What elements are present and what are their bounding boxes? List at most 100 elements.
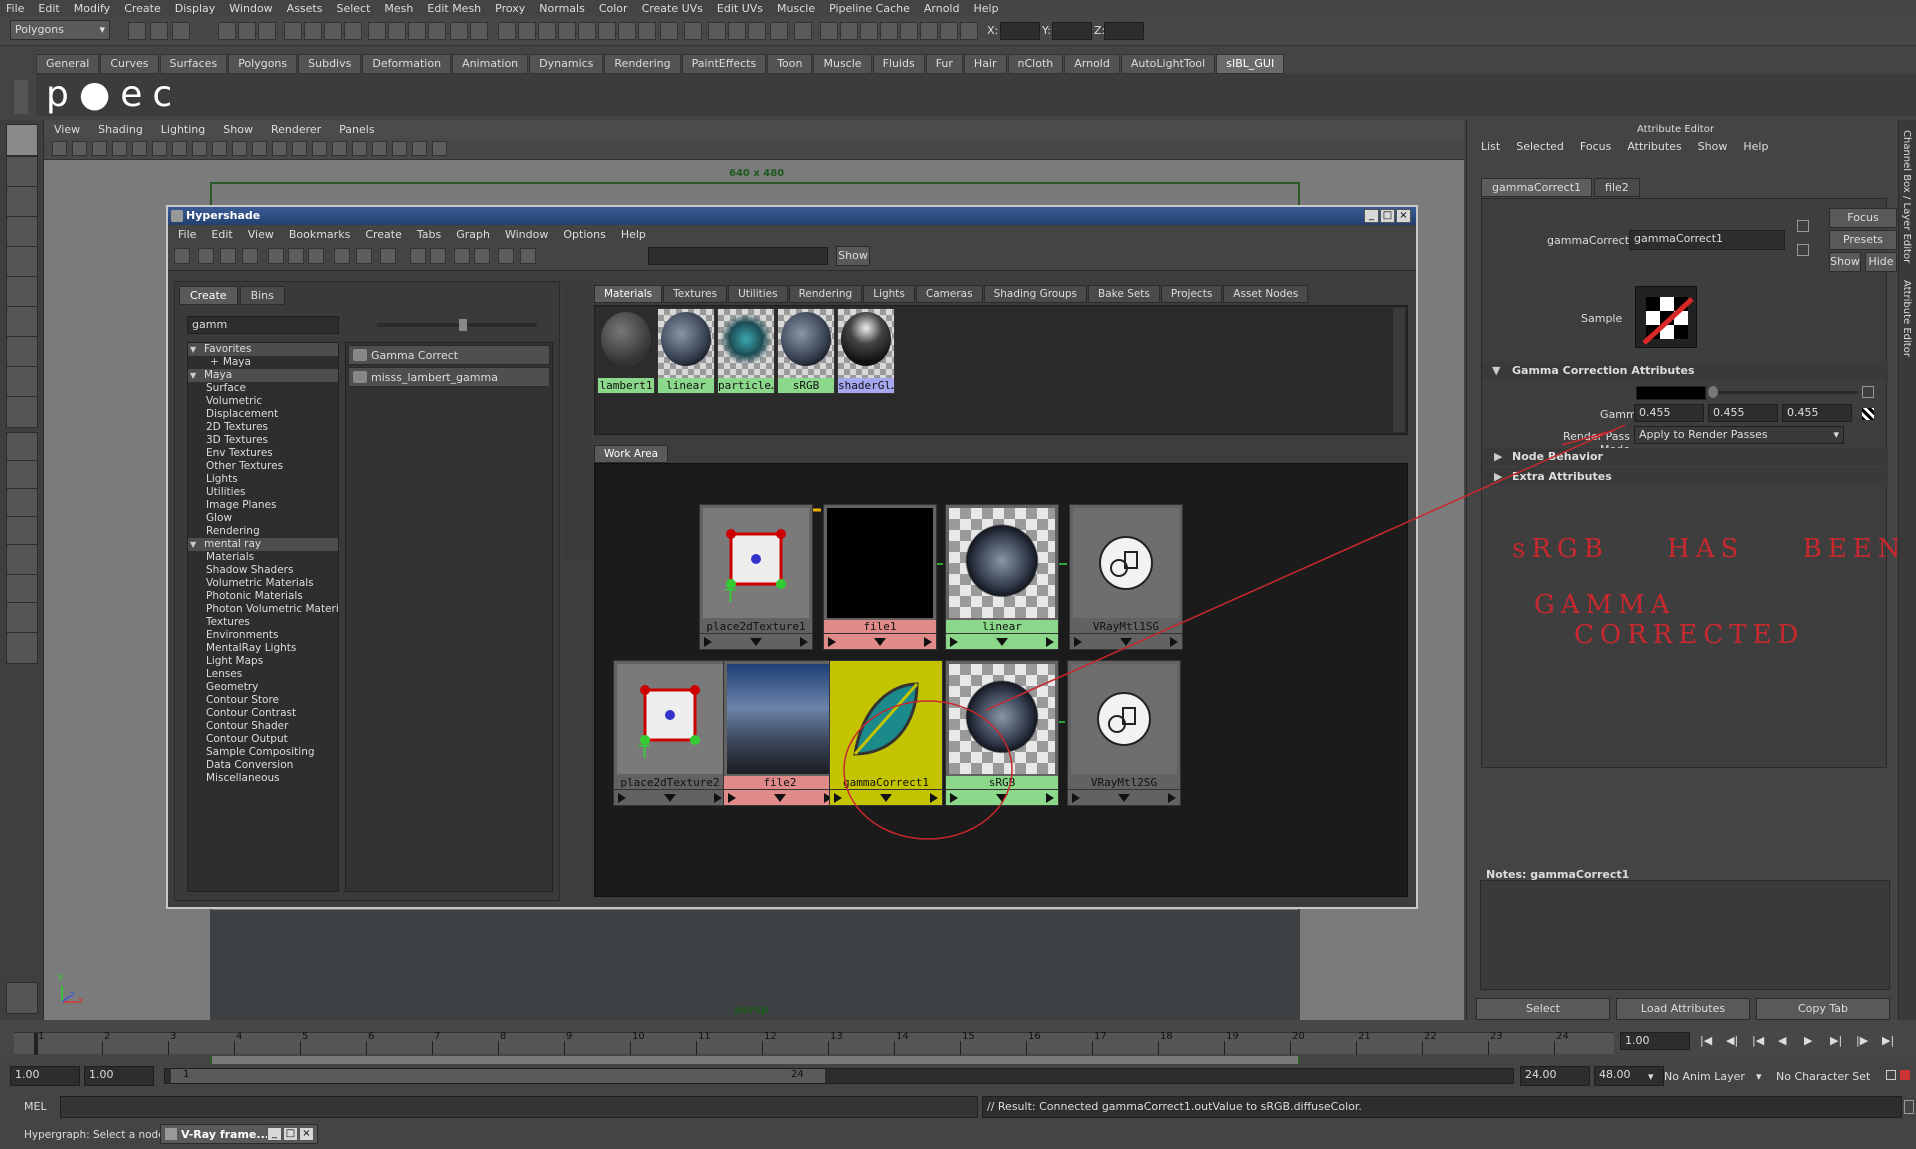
status-tool-icon[interactable] — [284, 22, 302, 40]
slider-handle[interactable] — [459, 319, 467, 331]
character-set-select[interactable]: No Character Set — [1776, 1070, 1886, 1083]
manipulator-icon[interactable] — [6, 306, 38, 338]
tree-item-glow[interactable]: Glow — [188, 512, 338, 525]
hs-tool-icon[interactable] — [268, 248, 284, 264]
persp-outliner-icon[interactable] — [6, 544, 38, 576]
dropdown-layout-icon[interactable] — [6, 632, 38, 664]
hs-menu-view[interactable]: View — [248, 228, 274, 241]
material-swatch[interactable]: particle… — [717, 308, 775, 394]
shelf-tab-dynamics[interactable]: Dynamics — [529, 54, 604, 74]
status-tool-icon[interactable] — [344, 22, 362, 40]
notes-textarea[interactable] — [1480, 880, 1890, 990]
sibl-logo[interactable]: p●ec — [46, 74, 182, 115]
last-tool-icon[interactable] — [6, 366, 38, 398]
hs-tool-icon[interactable] — [498, 248, 514, 264]
connect-output-icon[interactable] — [1797, 244, 1809, 256]
shelf-menu-handle[interactable] — [14, 80, 28, 114]
status-tool-icon[interactable] — [324, 22, 342, 40]
node-file2[interactable]: file2 — [723, 660, 837, 806]
maximize-icon[interactable]: □ — [1380, 209, 1395, 223]
hs-menu-create[interactable]: Create — [365, 228, 402, 241]
minimize-icon[interactable]: _ — [267, 1127, 282, 1141]
blank-tool-icon[interactable] — [6, 396, 38, 428]
value-color-swatch[interactable] — [1636, 386, 1706, 400]
node-place2dtexture2[interactable]: Tplace2dTexture2 — [613, 660, 727, 806]
menu-edit-uvs[interactable]: Edit UVs — [717, 2, 763, 15]
status-tool-icon[interactable] — [840, 22, 858, 40]
viewport-tool-icon[interactable] — [272, 141, 287, 156]
material-swatch[interactable]: lambert1 — [597, 308, 655, 394]
tab-lights[interactable]: Lights — [863, 285, 915, 303]
move-tool-icon[interactable] — [6, 216, 38, 248]
play-forward-icon[interactable]: ▶ — [1804, 1034, 1820, 1048]
hs-menu-help[interactable]: Help — [621, 228, 646, 241]
node-name-field[interactable]: gammaCorrect1 — [1629, 230, 1785, 250]
status-tool-icon[interactable] — [172, 22, 190, 40]
shelf-tab-toon[interactable]: Toon — [767, 54, 813, 74]
ae-menu-list[interactable]: List — [1481, 138, 1500, 156]
tree-item-maya[interactable]: ▼ Maya — [188, 369, 338, 382]
value-slider-handle[interactable] — [1708, 386, 1718, 398]
hs-tool-icon[interactable] — [198, 248, 214, 264]
tree-item-3d-textures[interactable]: 3D Textures — [188, 434, 338, 447]
hs-menu-graph[interactable]: Graph — [456, 228, 490, 241]
status-tool-icon[interactable] — [748, 22, 766, 40]
tree-item-textures[interactable]: Textures — [188, 616, 338, 629]
close-icon[interactable]: × — [1396, 209, 1411, 223]
viewport-tool-icon[interactable] — [392, 141, 407, 156]
status-tool-icon[interactable] — [880, 22, 898, 40]
status-tool-icon[interactable] — [218, 22, 236, 40]
viewport-tool-icon[interactable] — [212, 141, 227, 156]
output-port-icon[interactable] — [1170, 637, 1178, 647]
hs-tool-icon[interactable] — [308, 248, 324, 264]
menu-display[interactable]: Display — [175, 2, 216, 15]
node-file1[interactable]: file1 — [823, 504, 937, 650]
connect-input-icon[interactable] — [1797, 220, 1809, 232]
tree-item-lights[interactable]: Lights — [188, 473, 338, 486]
tab-asset-nodes[interactable]: Asset Nodes — [1223, 285, 1309, 303]
viewport-tool-icon[interactable] — [52, 141, 67, 156]
input-port-icon[interactable] — [950, 637, 958, 647]
hs-tool-icon[interactable] — [356, 248, 372, 264]
create-search-input[interactable]: gamm — [187, 316, 339, 334]
tree-item-miscellaneous[interactable]: Miscellaneous — [188, 772, 338, 785]
tab-textures[interactable]: Textures — [663, 285, 728, 303]
tab-materials[interactable]: Materials — [594, 285, 663, 303]
quick-layout-icon[interactable] — [6, 982, 38, 1014]
expand-port-icon[interactable] — [874, 638, 886, 646]
shelf-tab-fur[interactable]: Fur — [925, 54, 963, 74]
viewport-tool-icon[interactable] — [372, 141, 387, 156]
material-swatch[interactable]: sRGB — [777, 308, 835, 394]
tree-item-other-textures[interactable]: Other Textures — [188, 460, 338, 473]
viewport-menu-show[interactable]: Show — [223, 123, 253, 136]
hs-menu-options[interactable]: Options — [563, 228, 605, 241]
shelf-tab-sibl_gui[interactable]: sIBL_GUI — [1216, 54, 1285, 74]
tree-item-volumetric[interactable]: Volumetric — [188, 395, 338, 408]
status-tool-icon[interactable] — [368, 22, 386, 40]
shelf-tab-curves[interactable]: Curves — [100, 54, 159, 74]
range-slider-handle[interactable] — [171, 1069, 825, 1083]
input-port-icon[interactable] — [1072, 793, 1080, 803]
z-field[interactable] — [1104, 22, 1144, 40]
swatch-scrollbar[interactable] — [1393, 308, 1405, 432]
tree-item-volumetric-materials[interactable]: Volumetric Materials — [188, 577, 338, 590]
input-port-icon[interactable] — [728, 793, 736, 803]
focus-button[interactable]: Focus — [1829, 208, 1897, 228]
tree-item-sample-compositing[interactable]: Sample Compositing — [188, 746, 338, 759]
load-attributes-button[interactable]: Load Attributes — [1616, 998, 1750, 1020]
tab-cameras[interactable]: Cameras — [915, 285, 983, 303]
shelf-tab-painteffects[interactable]: PaintEffects — [681, 54, 767, 74]
menu-file[interactable]: File — [6, 2, 24, 15]
checker-map-icon[interactable] — [1862, 408, 1874, 420]
ae-menu-attributes[interactable]: Attributes — [1627, 138, 1681, 156]
status-tool-icon[interactable] — [258, 22, 276, 40]
node-gammacorrect1[interactable]: gammaCorrect1 — [829, 660, 943, 806]
section-gamma-correction[interactable]: Gamma Correction Attributes — [1482, 362, 1888, 380]
shelf-tab-rendering[interactable]: Rendering — [604, 54, 681, 74]
tree-item-2d-textures[interactable]: 2D Textures — [188, 421, 338, 434]
viewport-tool-icon[interactable] — [112, 141, 127, 156]
hs-menu-edit[interactable]: Edit — [211, 228, 232, 241]
select-button[interactable]: Select — [1476, 998, 1610, 1020]
hide-attr-button[interactable]: Hide — [1865, 252, 1897, 272]
node-place2dtexture1[interactable]: Tplace2dTexture1 — [699, 504, 813, 650]
